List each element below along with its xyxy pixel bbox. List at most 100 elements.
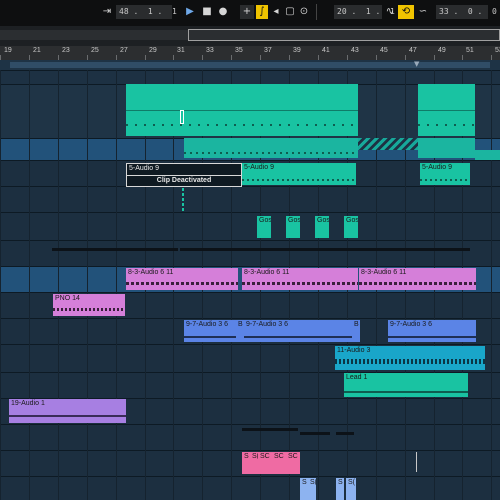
clip-title: 5-Audio 9 [129, 165, 159, 172]
waveform [126, 282, 238, 285]
loop-brace-bar[interactable]: ▼ [0, 60, 500, 70]
audio-clip[interactable]: 9-7-Audio 3 6 [388, 320, 476, 342]
clip-title: Lead 1 [346, 374, 368, 381]
arrangement-overview[interactable] [0, 26, 500, 46]
clip-divider [127, 175, 241, 176]
track-lane[interactable] [0, 212, 500, 240]
punch-in-icon[interactable]: ∿ [383, 5, 397, 19]
clip-title: 8-3-Audio 6 11 [361, 269, 407, 276]
clip-divider [418, 110, 475, 111]
audio-clip[interactable]: S( [250, 452, 258, 474]
waveform [344, 391, 468, 393]
deactivated-clip[interactable]: 5-Audio 9 Clip Deactivated [126, 163, 242, 187]
session-record-icon[interactable]: ⊙ [298, 5, 310, 19]
ruler-bar-label: 19 [4, 47, 12, 54]
playhead-marker [180, 110, 184, 124]
ruler-bar-label: 23 [62, 47, 70, 54]
audio-clip[interactable]: Gos [315, 216, 329, 238]
audio-clip[interactable]: S( [308, 478, 316, 500]
play-icon[interactable]: ▶ [183, 5, 197, 19]
clip-title: 11-Audio 3 [337, 347, 371, 354]
waveform [242, 179, 356, 181]
clip-overflow [475, 150, 500, 160]
ruler-bar-label: 31 [177, 47, 185, 54]
track-bar [242, 428, 298, 431]
audio-clip[interactable]: B [352, 320, 360, 342]
punch-out-icon[interactable]: ∽ [416, 5, 430, 19]
automation-arm-icon[interactable]: ∫ [256, 5, 268, 19]
waveform [184, 152, 358, 154]
arrangement-position-field[interactable]: 48 . 1 . 1 [116, 5, 177, 19]
audio-clip[interactable]: S [336, 478, 344, 500]
loop-switch-icon[interactable]: ⟲ [398, 5, 414, 19]
audio-clip[interactable]: S( [346, 478, 356, 500]
loop-hatch-region [358, 138, 418, 150]
waveform [53, 308, 125, 311]
ruler-bar-label: 37 [264, 47, 272, 54]
back-to-arrangement-icon[interactable]: ◂ [270, 5, 282, 19]
audio-clip[interactable] [418, 84, 475, 136]
audio-clip[interactable]: 9-7-Audio 3 6 [184, 320, 240, 342]
capture-icon[interactable]: ▢ [284, 5, 296, 19]
audio-clip[interactable]: S [242, 452, 250, 474]
audio-clip[interactable] [184, 138, 358, 158]
track-bar [180, 248, 470, 251]
clip-title: S [302, 479, 307, 486]
track-lane[interactable] [0, 70, 500, 84]
audio-clip[interactable]: 8-3-Audio 6 11 [126, 268, 238, 290]
overdub-icon[interactable]: + [240, 5, 254, 19]
audio-clip[interactable]: 11-Audio 3 [335, 346, 485, 370]
audio-clip[interactable]: 8-3-Audio 6 11 [359, 268, 476, 290]
track-lane[interactable] [0, 186, 500, 212]
track-lane[interactable] [0, 240, 500, 266]
clip-title: Gos [346, 217, 358, 224]
clip-title: PNO 14 [55, 295, 80, 302]
record-icon[interactable]: ● [216, 5, 230, 19]
ruler-bar-label: 49 [438, 47, 446, 54]
waveform [418, 124, 475, 126]
track-bar [52, 248, 178, 251]
waveform [9, 415, 126, 417]
waveform [359, 282, 476, 285]
stop-icon[interactable]: ■ [200, 5, 214, 19]
audio-clip[interactable]: 5-Audio 9 [242, 163, 356, 185]
audio-clip[interactable]: 8-3-Audio 6 11 [242, 268, 358, 290]
audio-clip[interactable]: Gos [344, 216, 358, 238]
audio-clip[interactable]: Lead 1 [344, 373, 468, 397]
track-lane[interactable] [0, 476, 500, 500]
audio-clip[interactable]: B [236, 320, 244, 342]
audio-clip[interactable] [418, 138, 475, 158]
ruler-bar-label: 43 [351, 47, 359, 54]
loop-start-field[interactable]: 20 . 1 . 1 [334, 5, 395, 19]
follow-icon[interactable]: ⇥ [100, 5, 114, 19]
clip-deactivated-label: Clip Deactivated [156, 177, 212, 184]
audio-clip[interactable]: Gos [257, 216, 271, 238]
clip-title: 8-3-Audio 6 11 [244, 269, 290, 276]
audio-clip[interactable]: 5-Audio 9 [420, 163, 470, 185]
ruler-bar-label: 53 [495, 47, 500, 54]
cue-marker-icon[interactable]: ▼ [414, 60, 419, 68]
ruler-bar-label: 47 [409, 47, 417, 54]
audio-clip[interactable]: 19-Audio 1 [9, 399, 126, 423]
waveform [420, 179, 470, 181]
automation-dots [182, 188, 184, 212]
audio-clip[interactable]: S [300, 478, 308, 500]
track-bar [300, 432, 330, 435]
clip-title: 9-7-Audio 3 6 [186, 321, 229, 328]
audio-clip[interactable]: SC [258, 452, 272, 474]
loop-length-field[interactable]: 33 . 0 . 0 [436, 5, 497, 19]
clip-title: 5-Audio 9 [422, 164, 452, 171]
audio-clip[interactable]: Gos [286, 216, 300, 238]
ruler-bar-label: 27 [120, 47, 128, 54]
audio-clip[interactable]: SC [272, 452, 286, 474]
clip-title: SC [260, 453, 270, 460]
overview-viewport[interactable] [188, 29, 500, 41]
audio-clip[interactable]: SC [286, 452, 300, 474]
audio-clip[interactable] [126, 84, 358, 136]
clip-title: SC [274, 453, 284, 460]
audio-clip[interactable]: PNO 14 [53, 294, 125, 316]
audio-clip[interactable]: 9-7-Audio 3 6 [244, 320, 356, 342]
clip-title: 19-Audio 1 [11, 400, 45, 407]
clip-title: B [238, 321, 243, 328]
beat-time-ruler[interactable]: 19 21 23 25 27 29 31 33 35 37 39 41 43 45 47 49 51 53 [0, 46, 500, 60]
